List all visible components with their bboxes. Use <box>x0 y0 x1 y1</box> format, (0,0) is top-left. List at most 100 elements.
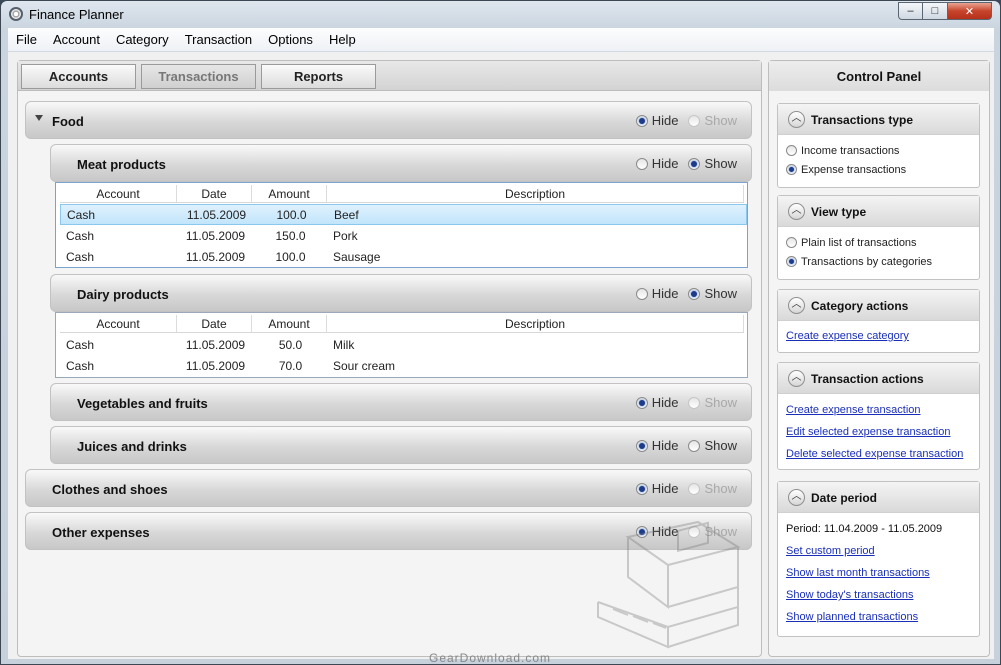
chevron-up-icon[interactable]: ︿ <box>788 370 805 387</box>
table-row[interactable]: Cash 11.05.2009 100.0 Sausage <box>60 246 747 267</box>
tab-accounts[interactable]: Accounts <box>21 64 136 89</box>
title-bar[interactable]: Finance Planner – □ ✕ <box>1 1 1000 28</box>
cell-date: 11.05.2009 <box>186 207 247 222</box>
menu-account[interactable]: Account <box>45 32 108 47</box>
window-controls: – □ ✕ <box>898 2 992 20</box>
watermark-text: GearDownload.com <box>429 651 552 665</box>
show-radio: Show <box>688 481 737 496</box>
panel-category-actions: ︿ Category actions Create expense categor… <box>777 289 980 353</box>
chevron-up-icon[interactable]: ︿ <box>788 489 805 506</box>
chevron-up-icon[interactable]: ︿ <box>788 203 805 220</box>
table-header: Account Date Amount Description <box>60 315 744 333</box>
group-dairy-products[interactable]: Dairy products Hide Show <box>50 274 752 312</box>
panel-header[interactable]: ︿ Category actions <box>778 290 979 321</box>
window-title: Finance Planner <box>29 7 124 22</box>
radio-dot-icon <box>635 114 648 127</box>
col-date[interactable]: Date <box>177 315 252 332</box>
group-title: Food <box>52 114 84 129</box>
show-label: Show <box>704 286 737 301</box>
group-meat-products[interactable]: Meat products Hide Show <box>50 144 752 182</box>
group-title: Vegetables and fruits <box>77 396 208 411</box>
panel-header[interactable]: ︿ Date period <box>778 482 979 513</box>
show-radio: Show <box>688 113 737 128</box>
show-label: Show <box>704 395 737 410</box>
col-description[interactable]: Description <box>327 315 744 332</box>
panel-title: Transaction actions <box>811 372 924 386</box>
panel-header[interactable]: ︿ Transaction actions <box>778 363 979 394</box>
radio-dot-icon <box>635 482 648 495</box>
radio-dot-icon <box>635 157 648 170</box>
cell-amount: 50.0 <box>278 337 303 352</box>
show-label: Show <box>704 113 737 128</box>
col-account[interactable]: Account <box>60 185 177 202</box>
tab-transactions[interactable]: Transactions <box>141 64 256 89</box>
hide-radio[interactable]: Hide <box>635 481 678 496</box>
table-row[interactable]: Cash 11.05.2009 150.0 Pork <box>60 225 747 246</box>
menu-transaction[interactable]: Transaction <box>177 32 260 47</box>
by-categories-radio[interactable]: Transactions by categories <box>786 252 971 271</box>
table-row[interactable]: Cash 11.05.2009 50.0 Milk <box>60 334 747 355</box>
show-radio[interactable]: Show <box>688 286 737 301</box>
group-clothes-and-shoes[interactable]: Clothes and shoes Hide Show <box>25 469 752 507</box>
col-amount[interactable]: Amount <box>252 185 327 202</box>
maximize-button[interactable]: □ <box>923 2 948 20</box>
last-month-transactions-link[interactable]: Show last month transactions <box>786 562 971 584</box>
hide-label: Hide <box>651 156 679 171</box>
menu-file[interactable]: File <box>8 32 45 47</box>
table-row[interactable]: Cash 11.05.2009 100.0 Beef <box>60 204 747 225</box>
group-vegetables-and-fruits[interactable]: Vegetables and fruits Hide Show <box>50 383 752 421</box>
close-button[interactable]: ✕ <box>948 2 992 20</box>
edit-expense-transaction-link[interactable]: Edit selected expense transaction <box>786 421 971 443</box>
chevron-up-icon[interactable]: ︿ <box>788 297 805 314</box>
menu-bar: File Account Category Transaction Option… <box>8 28 994 52</box>
tab-reports[interactable]: Reports <box>261 64 376 89</box>
planned-transactions-link[interactable]: Show planned transactions <box>786 606 971 628</box>
set-custom-period-link[interactable]: Set custom period <box>786 540 971 562</box>
group-food[interactable]: Food Hide Show <box>25 101 752 139</box>
col-date[interactable]: Date <box>177 185 252 202</box>
col-amount[interactable]: Amount <box>252 315 327 332</box>
col-account[interactable]: Account <box>60 315 177 332</box>
hide-radio[interactable]: Hide <box>635 113 679 128</box>
visibility-radios: Hide Show <box>635 286 737 301</box>
income-transactions-radio[interactable]: Income transactions <box>786 141 971 160</box>
today-transactions-link[interactable]: Show today's transactions <box>786 584 971 606</box>
app-window: Finance Planner – □ ✕ File Account Categ… <box>0 0 1001 665</box>
chevron-up-icon[interactable]: ︿ <box>788 111 805 128</box>
hide-radio[interactable]: Hide <box>635 438 679 453</box>
delete-expense-transaction-link[interactable]: Delete selected expense transaction <box>786 443 971 465</box>
menu-options[interactable]: Options <box>260 32 321 47</box>
hide-label: Hide <box>651 113 679 128</box>
col-description[interactable]: Description <box>327 185 744 202</box>
create-expense-transaction-link[interactable]: Create expense transaction <box>786 399 971 421</box>
hide-radio[interactable]: Hide <box>635 156 679 171</box>
cell-description: Pork <box>333 228 358 243</box>
hide-radio[interactable]: Hide <box>635 395 678 410</box>
plain-list-radio[interactable]: Plain list of transactions <box>786 233 971 252</box>
show-radio[interactable]: Show <box>688 438 737 453</box>
radio-label: Transactions by categories <box>801 255 933 268</box>
hide-label: Hide <box>651 438 679 453</box>
panel-header[interactable]: ︿ View type <box>778 196 979 227</box>
dairy-transactions-table[interactable]: Account Date Amount Description Cash 11.… <box>55 312 748 378</box>
cell-amount: 100.0 <box>276 207 307 222</box>
table-row[interactable]: Cash 11.05.2009 70.0 Sour cream <box>60 355 747 376</box>
create-expense-category-link[interactable]: Create expense category <box>786 325 971 347</box>
menu-category[interactable]: Category <box>108 32 177 47</box>
radio-dot-icon <box>688 157 701 170</box>
minimize-button[interactable]: – <box>898 2 923 20</box>
collapse-arrow-icon[interactable] <box>35 115 43 121</box>
app-icon <box>9 7 23 21</box>
hide-radio[interactable]: Hide <box>635 286 679 301</box>
meat-transactions-table[interactable]: Account Date Amount Description Cash 11.… <box>55 182 748 268</box>
group-title: Other expenses <box>52 525 150 540</box>
menu-help[interactable]: Help <box>321 32 364 47</box>
radio-dot-icon <box>786 237 797 248</box>
radio-dot-icon <box>688 439 701 452</box>
expense-transactions-radio[interactable]: Expense transactions <box>786 160 971 179</box>
hide-label: Hide <box>651 286 679 301</box>
group-title: Clothes and shoes <box>52 482 168 497</box>
show-radio[interactable]: Show <box>688 156 737 171</box>
panel-header[interactable]: ︿ Transactions type <box>778 104 979 135</box>
group-juices-and-drinks[interactable]: Juices and drinks Hide Show <box>50 426 752 464</box>
